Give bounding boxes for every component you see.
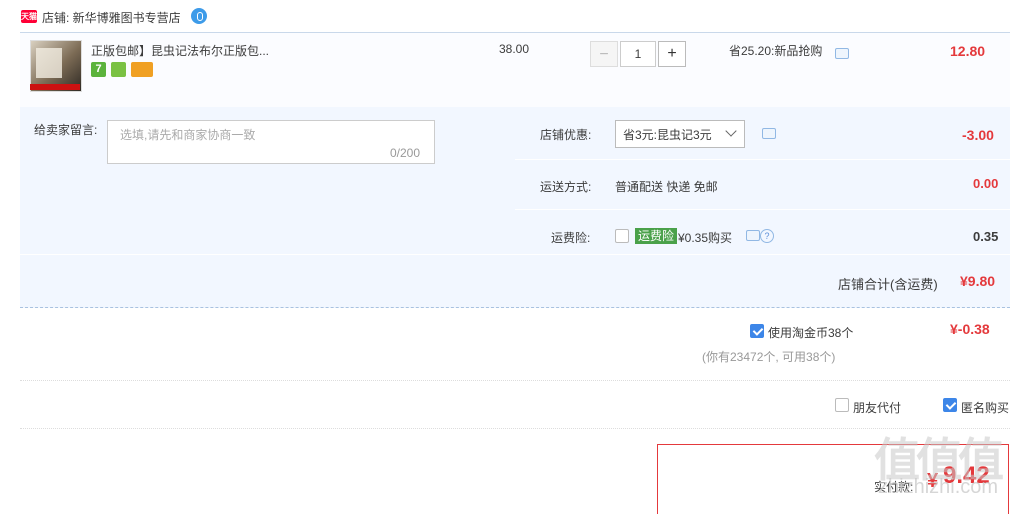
- row-divider: [20, 254, 1010, 255]
- shop-discount-label: 店铺优惠:: [540, 128, 592, 142]
- card-icon: [131, 62, 153, 77]
- tmall-logo-icon: 天猫: [21, 10, 37, 23]
- promotion-text: 省25.20:新品抢购: [729, 44, 823, 58]
- insurance-badge: 运费险: [635, 228, 678, 244]
- coins-note: (你有23472个, 可用38个): [702, 350, 836, 364]
- shipping-method: 普通配送 快递 免邮: [615, 180, 718, 194]
- insurance-label: 运费险:: [551, 231, 591, 245]
- shipping-value: 0.00: [973, 176, 999, 191]
- coins-discount-value: ¥-0.38: [950, 321, 990, 337]
- quantity-increase-button[interactable]: +: [658, 41, 686, 67]
- quantity-input[interactable]: 1: [620, 41, 656, 67]
- message-char-counter: 0/200: [390, 146, 421, 160]
- product-thumbnail-band: [30, 84, 80, 90]
- shop-name[interactable]: 店铺: 新华博雅图书专营店: [42, 9, 181, 26]
- seven-day-return-icon: 7: [91, 62, 106, 77]
- shop-total-label: 店铺合计(含运费): [838, 277, 938, 292]
- unit-price: 38.00: [499, 42, 530, 56]
- section-divider: [20, 428, 1010, 430]
- use-coins-label[interactable]: 使用淘金币38个: [768, 324, 853, 341]
- insurance-price: ¥0.35购买: [678, 231, 733, 245]
- friend-pay-label[interactable]: 朋友代付: [853, 399, 901, 416]
- android-icon: [111, 62, 126, 77]
- wangwang-chat-icon[interactable]: [191, 8, 207, 24]
- help-icon[interactable]: ?: [760, 229, 774, 243]
- anonymous-label[interactable]: 匿名购买: [961, 399, 1009, 416]
- row-divider: [515, 159, 1010, 160]
- product-thumbnail-cover: [36, 48, 62, 78]
- friend-pay-checkbox[interactable]: [835, 398, 849, 412]
- message-placeholder: 选填,请先和商家协商一致: [120, 128, 256, 142]
- insurance-value: 0.35: [973, 229, 999, 244]
- section-divider: [20, 380, 1010, 382]
- product-title-link[interactable]: 正版包邮】昆虫记法布尔正版包...: [91, 42, 269, 59]
- shop-total-value: ¥9.80: [960, 273, 996, 289]
- use-coins-checkbox[interactable]: [750, 324, 764, 338]
- anonymous-checkbox[interactable]: [943, 398, 957, 412]
- discount-info-icon[interactable]: [762, 128, 776, 139]
- row-divider: [515, 209, 1010, 210]
- message-label: 给卖家留言:: [34, 123, 98, 137]
- quantity-decrease-button[interactable]: −: [590, 41, 618, 67]
- watermark-url: zhizhizhi.com: [878, 476, 999, 498]
- shop-discount-selected: 省3元:昆虫记3元: [623, 128, 712, 142]
- shipping-label: 运送方式:: [540, 180, 592, 194]
- promotion-info-icon[interactable]: [835, 48, 849, 59]
- insurance-checkbox[interactable]: [615, 229, 629, 243]
- item-subtotal: 12.80: [950, 43, 986, 59]
- shop-discount-value: -3.00: [962, 127, 994, 143]
- insurance-info-icon[interactable]: [746, 230, 760, 241]
